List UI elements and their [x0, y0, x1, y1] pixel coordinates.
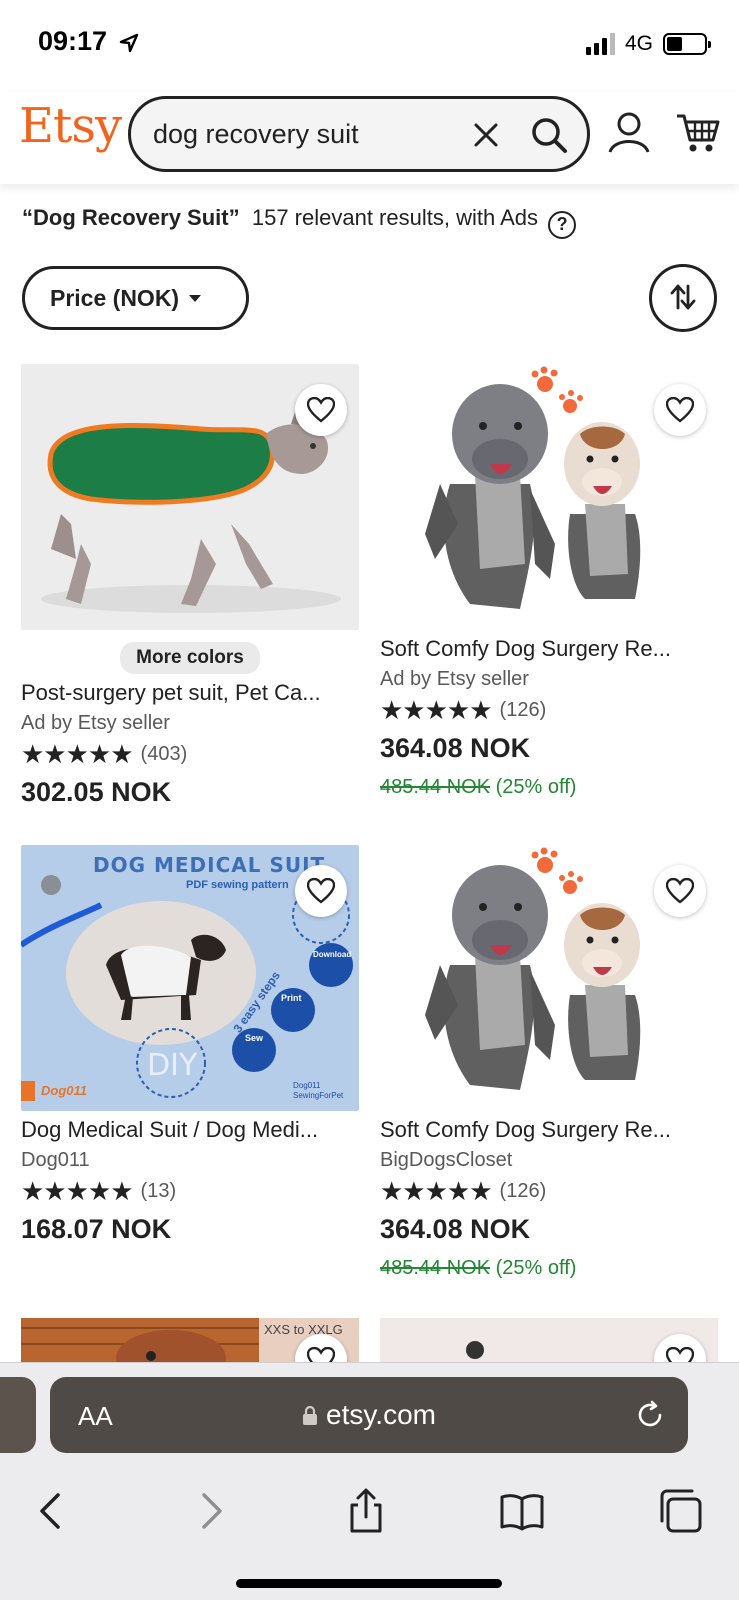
favorite-button[interactable] — [654, 384, 706, 436]
strikethrough-price: 485.44 NOK — [380, 1257, 491, 1279]
star-rating: ★★★★★ — [380, 1176, 493, 1206]
back-icon[interactable] — [28, 1487, 76, 1535]
lock-icon — [303, 1406, 318, 1425]
search-bar[interactable] — [128, 96, 590, 172]
listing-rating: ★★★★★ (126) — [380, 1178, 718, 1204]
url-display[interactable]: etsy.com — [50, 1399, 688, 1431]
listing-title[interactable]: Soft Comfy Dog Surgery Re... — [380, 636, 718, 662]
listing-title[interactable]: Post-surgery pet suit, Pet Ca... — [21, 680, 359, 706]
listing-card[interactable]: DOG MEDICAL SUIT PDF sewing pattern DIY … — [21, 845, 359, 1245]
caret-down-icon — [189, 294, 202, 302]
listing-rating: ★★★★★ (403) — [21, 741, 359, 767]
tabs-icon[interactable] — [656, 1487, 704, 1535]
listing-card[interactable]: More colors Post-surgery pet suit, Pet C… — [21, 364, 359, 808]
image-shop-label: Dog011 — [41, 1083, 87, 1098]
url-text: etsy.com — [326, 1399, 436, 1430]
image-download-label: Download — [313, 950, 352, 959]
etsy-logo[interactable]: Etsy — [19, 98, 122, 154]
address-bar[interactable]: AA etsy.com — [50, 1377, 688, 1453]
heart-icon — [666, 878, 694, 904]
heart-icon — [666, 397, 694, 423]
listing-seller: Dog011 — [21, 1149, 90, 1171]
listing-rating: ★★★★★ (13) — [21, 1178, 359, 1204]
status-time: 09:17 — [38, 26, 139, 57]
listing-seller: BigDogsCloset — [380, 1149, 513, 1171]
image-sew-label: Sew — [245, 1033, 264, 1043]
clear-search-icon[interactable] — [470, 119, 502, 151]
listing-image[interactable]: DOG MEDICAL SUIT PDF sewing pattern DIY … — [21, 845, 359, 1111]
review-count: (126) — [499, 1179, 547, 1202]
listing-card-partial[interactable]: XXS to XXLG — [21, 1318, 359, 1362]
sort-arrows-icon — [670, 284, 696, 309]
sort-button[interactable] — [649, 264, 717, 332]
discount-label: (25% off) — [495, 776, 577, 798]
listing-rating: ★★★★★ (126) — [380, 697, 718, 723]
listing-price: 364.08 NOK — [380, 733, 531, 763]
image-print-label: Print — [281, 993, 302, 1003]
star-rating: ★★★★★ — [21, 739, 134, 769]
listing-seller: Ad by Etsy seller — [380, 668, 529, 690]
battery-icon — [663, 33, 711, 55]
more-colors-badge: More colors — [120, 642, 260, 674]
listing-title[interactable]: Soft Comfy Dog Surgery Re... — [380, 1117, 718, 1143]
price-filter-label: Price (NOK) — [50, 284, 180, 311]
cart-icon[interactable] — [675, 110, 721, 154]
listing-seller: Ad by Etsy seller — [21, 712, 170, 734]
original-price: 485.44 NOK (25% off) — [380, 1257, 718, 1280]
browser-toolbar: AA etsy.com — [0, 1362, 739, 1600]
search-input[interactable] — [153, 117, 453, 151]
reload-icon[interactable] — [634, 1399, 666, 1431]
listing-price: 302.05 NOK — [21, 777, 172, 807]
heart-icon — [307, 1347, 335, 1362]
listing-card[interactable]: Soft Comfy Dog Surgery Re... Ad by Etsy … — [380, 364, 718, 799]
review-count: (13) — [140, 1179, 177, 1202]
favorite-button[interactable] — [295, 865, 347, 917]
bookmarks-icon[interactable] — [498, 1487, 546, 1535]
listing-price: 364.08 NOK — [380, 1214, 531, 1244]
home-indicator[interactable] — [236, 1579, 502, 1588]
network-type: 4G — [624, 32, 653, 55]
share-icon[interactable] — [342, 1487, 390, 1535]
cellular-signal-icon — [585, 33, 615, 55]
listing-card-partial[interactable] — [380, 1318, 718, 1362]
discount-label: (25% off) — [495, 1257, 577, 1279]
image-diy-label: DIY — [147, 1048, 198, 1083]
results-summary: “Dog Recovery Suit” 157 relevant results… — [22, 205, 577, 239]
heart-icon — [307, 397, 335, 423]
star-rating: ★★★★★ — [380, 695, 493, 725]
favorite-button[interactable] — [295, 384, 347, 436]
header: Etsy — [0, 92, 739, 184]
help-icon[interactable]: ? — [548, 211, 577, 239]
listing-image[interactable] — [21, 364, 359, 630]
listing-card[interactable]: Soft Comfy Dog Surgery Re... BigDogsClos… — [380, 845, 718, 1280]
listing-title[interactable]: Dog Medical Suit / Dog Medi... — [21, 1117, 359, 1143]
price-filter-button[interactable]: Price (NOK) — [22, 266, 249, 330]
search-query: “Dog Recovery Suit” — [22, 205, 240, 230]
image-footer-label: Dog011 SewingForPet — [293, 1081, 344, 1100]
heart-icon — [666, 1347, 694, 1362]
strikethrough-price: 485.44 NOK — [380, 776, 491, 798]
previous-tab-preview[interactable] — [0, 1377, 36, 1453]
location-arrow-icon — [119, 33, 138, 53]
listing-price: 168.07 NOK — [21, 1214, 172, 1244]
forward-icon[interactable] — [186, 1487, 234, 1535]
account-icon[interactable] — [606, 110, 652, 156]
original-price: 485.44 NOK (25% off) — [380, 776, 718, 799]
star-rating: ★★★★★ — [21, 1176, 134, 1206]
search-icon[interactable] — [529, 115, 569, 155]
results-count: 157 relevant results, with Ads — [251, 205, 538, 230]
review-count: (403) — [140, 742, 188, 765]
heart-icon — [307, 878, 335, 904]
review-count: (126) — [499, 698, 547, 721]
listing-image[interactable] — [380, 364, 718, 630]
clock: 09:17 — [38, 26, 108, 56]
favorite-button[interactable] — [654, 865, 706, 917]
status-bar: 09:17 4G — [0, 0, 739, 92]
listing-image[interactable] — [380, 845, 718, 1111]
size-range-label: XXS to XXLG — [264, 1322, 343, 1337]
